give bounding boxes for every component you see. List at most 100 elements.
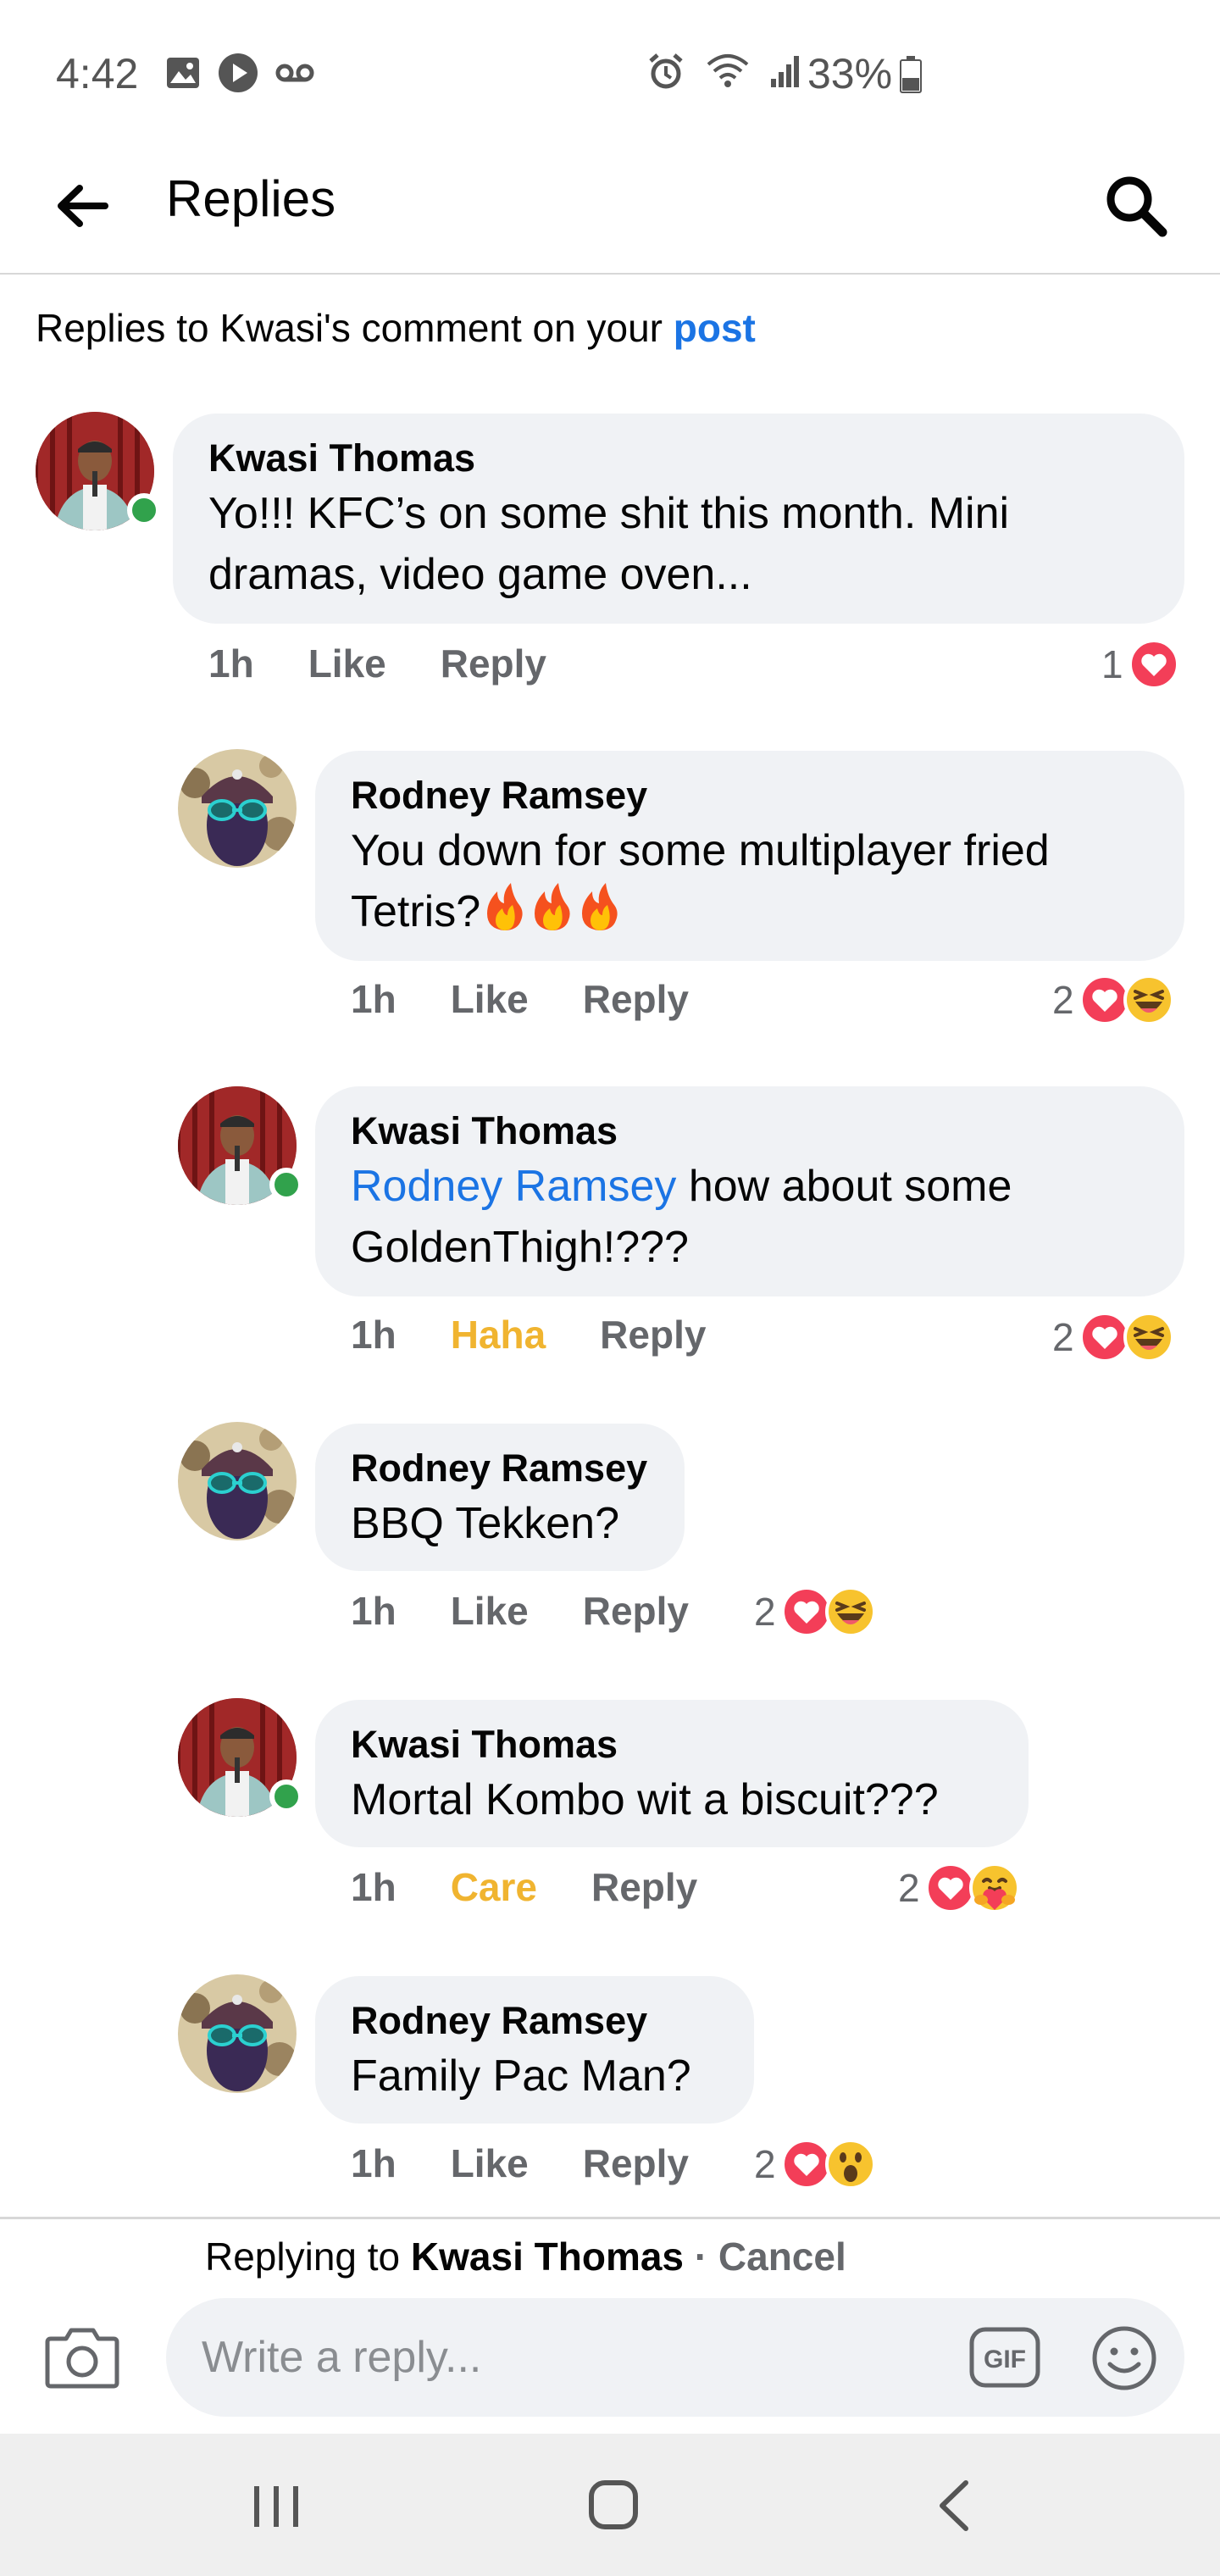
search-icon[interactable] bbox=[1101, 171, 1169, 239]
comment-author[interactable]: Rodney Ramsey bbox=[351, 1444, 651, 1493]
status-bar: 4:42 33% bbox=[0, 0, 1220, 144]
reaction-summary[interactable]: 2 bbox=[754, 2139, 876, 2190]
camera-icon[interactable] bbox=[44, 2322, 120, 2390]
avatar[interactable] bbox=[178, 1086, 303, 1205]
comment-bubble[interactable]: Kwasi Thomas Rodney Ramsey how about som… bbox=[315, 1086, 1184, 1296]
replying-to-label: Replying to Kwasi Thomas · Cancel bbox=[205, 2234, 846, 2279]
online-indicator bbox=[127, 493, 161, 527]
replies-context: Replies to Kwasi's comment on your post bbox=[36, 305, 756, 351]
like-button[interactable]: Like bbox=[451, 2140, 529, 2186]
comment-actions: 1h Like Reply bbox=[351, 2140, 689, 2186]
comment-text-body: You down for some multiplayer fried Tetr… bbox=[351, 826, 1050, 937]
online-indicator bbox=[269, 1168, 303, 1202]
reaction-summary[interactable]: 2 bbox=[898, 1863, 1020, 1913]
reaction-count: 2 bbox=[1052, 1315, 1074, 1359]
recent-apps-icon[interactable] bbox=[251, 2484, 302, 2529]
reaction-count: 2 bbox=[754, 1590, 776, 1634]
reaction-summary[interactable]: 2 bbox=[1052, 1312, 1174, 1363]
reaction-count: 2 bbox=[1052, 978, 1074, 1022]
avatar[interactable] bbox=[178, 1422, 297, 1541]
battery-icon bbox=[900, 56, 922, 93]
like-button[interactable]: Like bbox=[451, 1588, 529, 1634]
comment-bubble[interactable]: Rodney Ramsey Family Pac Man? bbox=[315, 1976, 754, 2124]
gif-icon[interactable]: GIF bbox=[969, 2327, 1040, 2388]
online-indicator bbox=[269, 1779, 303, 1813]
reply-button[interactable]: Reply bbox=[600, 1312, 706, 1357]
comment-bubble[interactable]: Rodney Ramsey BBQ Tekken? bbox=[315, 1424, 685, 1571]
home-icon[interactable] bbox=[588, 2479, 639, 2530]
signal-icon bbox=[771, 56, 799, 87]
comment-bubble[interactable]: Kwasi Thomas Mortal Kombo wit a biscuit?… bbox=[315, 1700, 1029, 1847]
avatar[interactable] bbox=[178, 1698, 303, 1817]
reaction-count: 2 bbox=[898, 1866, 920, 1910]
wifi-icon bbox=[707, 54, 749, 87]
avatar-image bbox=[178, 1422, 297, 1541]
wow-reaction-icon bbox=[825, 2139, 876, 2190]
comment-time: 1h bbox=[351, 1865, 396, 1909]
avatar[interactable] bbox=[178, 749, 297, 868]
avatar[interactable] bbox=[178, 1974, 297, 2093]
comment-author[interactable]: Kwasi Thomas bbox=[208, 434, 1151, 483]
alarm-icon bbox=[649, 53, 683, 89]
nav-back-icon[interactable] bbox=[934, 2479, 974, 2532]
comment-author[interactable]: Rodney Ramsey bbox=[351, 771, 1151, 820]
comment-time: 1h bbox=[351, 977, 396, 1021]
haha-reaction-icon bbox=[1123, 974, 1174, 1025]
reply-button[interactable]: Reply bbox=[583, 1588, 689, 1634]
comment-time: 1h bbox=[351, 1313, 396, 1357]
comment-author[interactable]: Kwasi Thomas bbox=[351, 1720, 995, 1769]
comment-time: 1h bbox=[351, 1589, 396, 1633]
replying-prefix: Replying to bbox=[205, 2235, 411, 2279]
reaction-summary[interactable]: 2 bbox=[754, 1586, 876, 1637]
fire-emoji-icon bbox=[480, 881, 624, 948]
back-arrow-icon[interactable] bbox=[53, 176, 112, 236]
comment-time: 1h bbox=[351, 2141, 396, 2185]
emoji-icon[interactable] bbox=[1091, 2325, 1157, 2391]
love-reaction-icon bbox=[1079, 974, 1130, 1025]
love-reaction-icon bbox=[1079, 1312, 1130, 1363]
separator: · bbox=[684, 2235, 718, 2279]
reaction-summary[interactable]: 2 bbox=[1052, 974, 1174, 1025]
reaction-count: 1 bbox=[1101, 642, 1123, 686]
reply-button[interactable]: Reply bbox=[441, 641, 546, 686]
comment-bubble[interactable]: Rodney Ramsey You down for some multipla… bbox=[315, 751, 1184, 961]
avatar[interactable] bbox=[36, 412, 161, 530]
avatar-image bbox=[178, 1974, 297, 2093]
mention-link[interactable]: Rodney Ramsey bbox=[351, 1162, 676, 1211]
replying-name: Kwasi Thomas bbox=[410, 2235, 685, 2279]
context-text: Replies to Kwasi's comment on your bbox=[36, 306, 674, 350]
comment-text: BBQ Tekken? bbox=[351, 1499, 620, 1548]
cancel-reply-button[interactable]: Cancel bbox=[718, 2235, 846, 2279]
care-button[interactable]: Care bbox=[451, 1864, 537, 1910]
reply-button[interactable]: Reply bbox=[591, 1864, 697, 1910]
haha-reaction-icon bbox=[1123, 1312, 1174, 1363]
comment-text: Family Pac Man? bbox=[351, 2051, 691, 2101]
reply-composer[interactable]: GIF bbox=[166, 2298, 1184, 2417]
avatar-image bbox=[178, 749, 297, 868]
comment-author[interactable]: Rodney Ramsey bbox=[351, 1996, 720, 2046]
comment-actions: 1h Like Reply bbox=[351, 976, 689, 1022]
comment-actions: 1h Haha Reply bbox=[351, 1312, 706, 1357]
like-button[interactable]: Like bbox=[451, 976, 529, 1022]
gallery-icon bbox=[167, 58, 199, 88]
reply-input[interactable] bbox=[202, 2298, 947, 2417]
comment-actions: 1h Like Reply bbox=[208, 641, 546, 686]
reaction-summary[interactable]: 1 bbox=[1101, 639, 1179, 690]
comment-actions: 1h Care Reply bbox=[351, 1864, 697, 1910]
divider bbox=[0, 2217, 1220, 2219]
reaction-count: 2 bbox=[754, 2142, 776, 2186]
post-link[interactable]: post bbox=[674, 306, 756, 350]
comment-author[interactable]: Kwasi Thomas bbox=[351, 1107, 1151, 1156]
care-reaction-icon bbox=[969, 1863, 1020, 1913]
comment-actions: 1h Like Reply bbox=[351, 1588, 689, 1634]
gif-label: GIF bbox=[984, 2346, 1026, 2373]
haha-button[interactable]: Haha bbox=[451, 1312, 546, 1357]
reply-button[interactable]: Reply bbox=[583, 976, 689, 1022]
comment-text: You down for some multiplayer fried Tetr… bbox=[351, 820, 1151, 948]
system-nav-bar bbox=[0, 2434, 1220, 2576]
comment-bubble[interactable]: Kwasi Thomas Yo!!! KFC’s on some shit th… bbox=[173, 414, 1184, 624]
reply-button[interactable]: Reply bbox=[583, 2140, 689, 2186]
page-title: Replies bbox=[166, 170, 336, 227]
like-button[interactable]: Like bbox=[308, 641, 386, 686]
comment-time: 1h bbox=[208, 641, 254, 686]
